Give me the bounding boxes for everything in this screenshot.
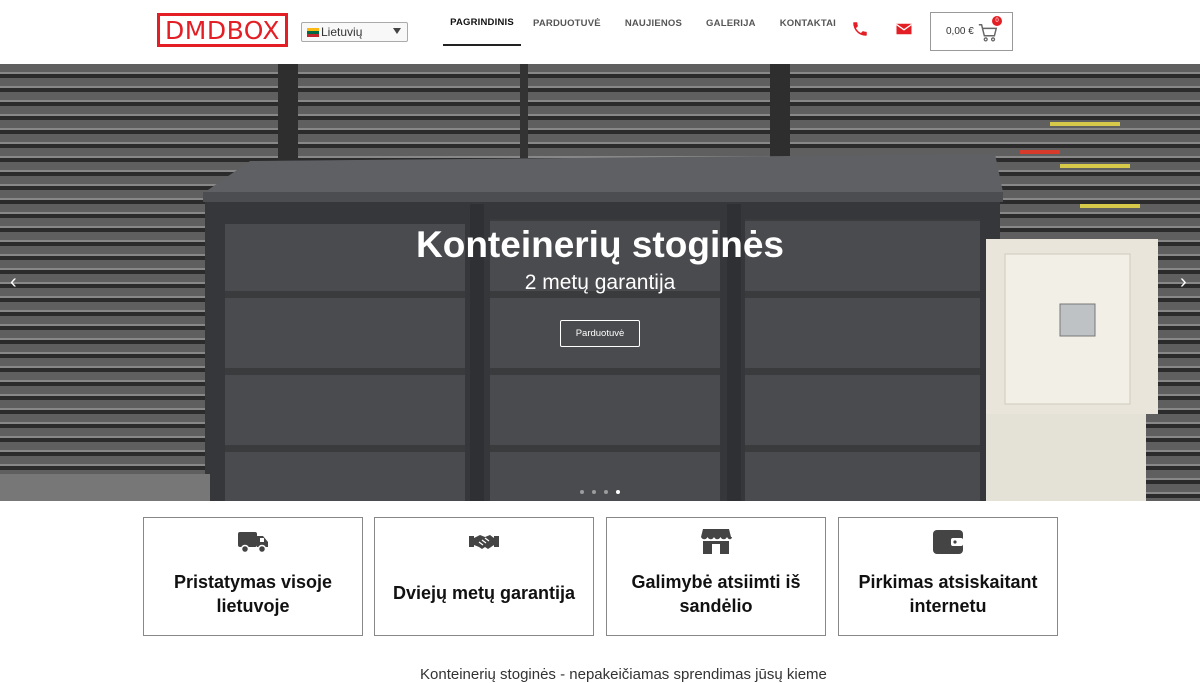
store-icon [701,529,732,554]
nav-item-galerija[interactable]: GALERIJA [694,0,768,46]
site-header: DMDBOX Lietuvių PAGRINDINIS PARDUOTUVĖ N… [0,0,1200,64]
feature-label: Pristatymas visoje lietuvoje [173,572,333,616]
chevron-down-icon [393,28,401,34]
nav-item-parduotuve[interactable]: PARDUOTUVĖ [521,0,613,46]
language-select[interactable]: Lietuvių [301,22,408,42]
slider-dot-2[interactable] [592,490,596,494]
nav-item-naujienos[interactable]: NAUJIENOS [613,0,694,46]
hero-subtitle: 2 metų garantija [524,271,676,294]
nav-item-pagrindinis[interactable]: PAGRINDINIS [443,0,521,46]
feature-card-delivery: Pristatymas visoje lietuvoje [143,517,363,636]
cart-total: 0,00 € [946,26,974,37]
handshake-icon [469,535,499,549]
feature-card-warranty: Dviejų metų garantija [374,517,594,636]
truck-icon [238,532,268,554]
feature-label: Galimybė atsiimti iš sandėlio [631,572,801,616]
shop-button[interactable]: Parduotuvė [560,320,640,347]
slider-dot-1[interactable] [580,490,584,494]
cart-count-badge: 0 [992,16,1002,26]
nav-item-kontaktai[interactable]: KONTAKTAI [768,0,848,46]
slider-dots [580,490,620,494]
main-nav: PAGRINDINIS PARDUOTUVĖ NAUJIENOS GALERIJ… [443,0,848,64]
feature-card-pickup: Galimybė atsiimti iš sandėlio [606,517,826,636]
slider-dot-4[interactable] [616,490,620,494]
hero-title: Konteinerių stoginės [416,224,784,265]
cart-button[interactable]: 0,00 € 0 [930,12,1013,51]
hero-slider: ‹ › Konteinerių stoginės 2 metų garantij… [0,64,1200,501]
contact-icons [851,20,913,43]
language-selected: Lietuvių [321,25,363,39]
feature-label: Dviejų metų garantija [392,583,576,603]
mail-icon[interactable] [895,20,913,43]
slider-dot-3[interactable] [604,490,608,494]
phone-icon[interactable] [851,20,869,43]
lt-flag-icon [307,27,319,37]
feature-label: Pirkimas atsiskaitant internetu [858,572,1038,616]
feature-card-payment: Pirkimas atsiskaitant internetu [838,517,1058,636]
logo[interactable]: DMDBOX [157,13,288,47]
wallet-icon [933,530,963,554]
